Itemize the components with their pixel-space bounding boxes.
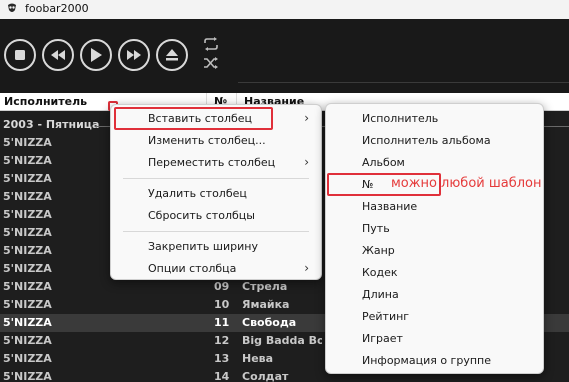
submenu-item-label: Рейтинг bbox=[362, 310, 410, 323]
cell-number: 12 bbox=[214, 334, 230, 347]
column-header-artist[interactable]: Исполнитель bbox=[4, 95, 87, 108]
repeat-icon[interactable] bbox=[203, 37, 219, 51]
submenu-item-rating[interactable]: Рейтинг bbox=[330, 306, 539, 328]
submenu-item-path[interactable]: Путь bbox=[330, 218, 539, 240]
cell-artist: 5'NIZZA bbox=[3, 262, 52, 275]
submenu-item-label: Жанр bbox=[362, 244, 395, 257]
cell-artist: 5'NIZZA bbox=[3, 298, 52, 311]
next-button[interactable] bbox=[118, 39, 150, 71]
cell-number: 09 bbox=[214, 280, 230, 293]
submenu-item-album-artist[interactable]: Исполнитель альбома bbox=[330, 130, 539, 152]
foobar-logo-icon bbox=[8, 3, 16, 12]
submenu-item-title[interactable]: Название bbox=[330, 196, 539, 218]
submenu-item-label: Название bbox=[362, 200, 418, 213]
eject-button[interactable] bbox=[156, 39, 188, 71]
submenu-item-group-info[interactable]: Информация о группе bbox=[330, 350, 539, 372]
menu-item-reset-columns[interactable]: Сбросить столбцы bbox=[115, 205, 317, 227]
menu-separator bbox=[123, 178, 309, 179]
play-icon bbox=[91, 48, 102, 62]
submenu-item-label: Исполнитель альбома bbox=[362, 134, 491, 147]
menu-item-label: Удалить столбец bbox=[148, 187, 247, 200]
submenu-item-label: Исполнитель bbox=[362, 112, 439, 125]
cell-artist: 5'NIZZA bbox=[3, 370, 52, 382]
chevron-right-icon: › bbox=[304, 155, 309, 169]
annotation-text: можно любой шаблон bbox=[391, 176, 542, 191]
cell-title: Big Badda Boom bbox=[242, 334, 322, 347]
submenu-item-codec[interactable]: Кодек bbox=[330, 262, 539, 284]
menu-item-pin-width[interactable]: Закрепить ширину bbox=[115, 236, 317, 258]
play-button[interactable] bbox=[80, 39, 112, 71]
cell-artist: 5'NIZZA bbox=[3, 154, 52, 167]
submenu-item-label: Информация о группе bbox=[362, 354, 491, 367]
submenu-item-label: Путь bbox=[362, 222, 390, 235]
chevron-right-icon: › bbox=[304, 111, 309, 125]
group-label: 2003 - Пятница bbox=[3, 118, 100, 131]
submenu-item-label: Играет bbox=[362, 332, 403, 345]
playback-toolbar bbox=[0, 19, 569, 93]
cell-number: 11 bbox=[214, 316, 230, 329]
submenu-item-label: Кодек bbox=[362, 266, 398, 279]
stop-icon bbox=[15, 50, 25, 60]
cell-artist: 5'NIZZA bbox=[3, 280, 52, 293]
menu-item-edit-column[interactable]: Изменить столбец... bbox=[115, 130, 317, 152]
insert-column-submenu: Исполнитель Исполнитель альбома Альбом №… bbox=[325, 103, 544, 374]
submenu-item-genre[interactable]: Жанр bbox=[330, 240, 539, 262]
title-bar: foobar2000 bbox=[0, 0, 569, 19]
submenu-item-album[interactable]: Альбом bbox=[330, 152, 539, 174]
cell-artist: 5'NIZZA bbox=[3, 190, 52, 203]
next-icon bbox=[127, 50, 141, 60]
menu-item-label: Переместить столбец bbox=[148, 156, 276, 169]
chevron-right-icon: › bbox=[304, 261, 309, 275]
menu-item-delete-column[interactable]: Удалить столбец bbox=[115, 183, 317, 205]
previous-button[interactable] bbox=[42, 39, 74, 71]
cell-artist: 5'NIZZA bbox=[3, 316, 52, 329]
context-menu: Вставить столбец › Изменить столбец... П… bbox=[110, 104, 322, 280]
cell-artist: 5'NIZZA bbox=[3, 136, 52, 149]
cell-artist: 5'NIZZA bbox=[3, 244, 52, 257]
menu-item-move-column[interactable]: Переместить столбец › bbox=[115, 152, 317, 174]
cell-artist: 5'NIZZA bbox=[3, 334, 52, 347]
stop-button[interactable] bbox=[4, 39, 36, 71]
submenu-item-artist[interactable]: Исполнитель bbox=[330, 108, 539, 130]
submenu-item-label: Альбом bbox=[362, 156, 405, 169]
menu-item-label: Закрепить ширину bbox=[148, 240, 258, 253]
highlight-insert-column bbox=[114, 107, 273, 130]
eject-icon bbox=[166, 49, 178, 61]
cell-artist: 5'NIZZA bbox=[3, 172, 52, 185]
shuffle-icon[interactable] bbox=[203, 56, 219, 70]
submenu-item-length[interactable]: Длина bbox=[330, 284, 539, 306]
menu-separator bbox=[123, 231, 309, 232]
submenu-item-playing[interactable]: Играет bbox=[330, 328, 539, 350]
cell-number: 14 bbox=[214, 370, 230, 382]
cell-artist: 5'NIZZA bbox=[3, 208, 52, 221]
cell-title: Нева bbox=[242, 352, 274, 365]
previous-icon bbox=[51, 50, 65, 60]
cell-artist: 5'NIZZA bbox=[3, 226, 52, 239]
cell-artist: 5'NIZZA bbox=[3, 352, 52, 365]
cell-title: Свобода bbox=[242, 316, 297, 329]
submenu-item-label: Длина bbox=[362, 288, 399, 301]
cell-number: 13 bbox=[214, 352, 230, 365]
cell-number: 10 bbox=[214, 298, 230, 311]
menu-item-column-options[interactable]: Опции столбца › bbox=[115, 258, 317, 280]
window-title: foobar2000 bbox=[25, 2, 89, 15]
cell-title: Солдат bbox=[242, 370, 289, 382]
menu-item-label: Изменить столбец... bbox=[148, 134, 266, 147]
menu-item-label: Опции столбца bbox=[148, 262, 237, 275]
menu-item-label: Сбросить столбцы bbox=[148, 209, 255, 222]
cell-title: Ямайка bbox=[242, 298, 290, 311]
cell-title: Стрела bbox=[242, 280, 288, 293]
seek-bar[interactable] bbox=[238, 82, 569, 83]
